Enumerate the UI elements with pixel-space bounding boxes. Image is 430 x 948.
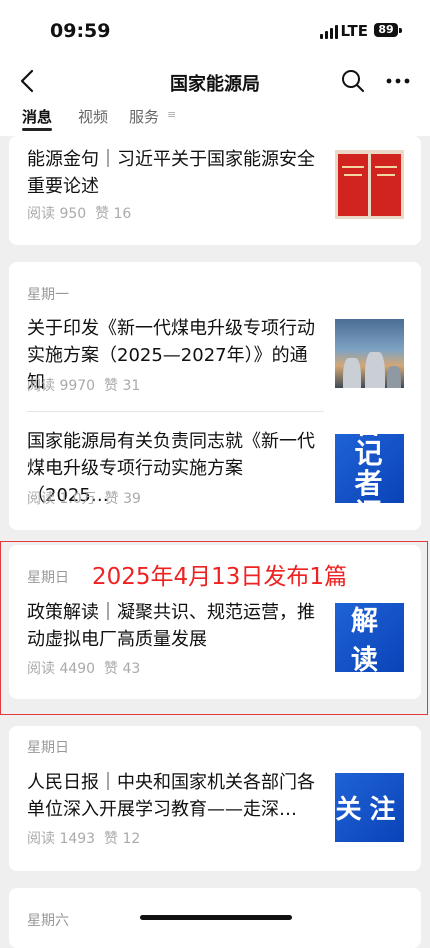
signal-icon xyxy=(320,25,338,39)
like-count: 赞 16 xyxy=(95,206,132,222)
status-bar: 09:59 LTE 89 xyxy=(0,0,430,56)
follow-thumbnail[interactable]: 关注 xyxy=(335,773,404,842)
tab-services[interactable]: 服务 xyxy=(129,106,159,127)
day-label: 星期日 xyxy=(27,740,69,756)
read-count: 阅读 9970 xyxy=(27,378,96,394)
network-label: LTE xyxy=(340,22,368,40)
article-card: 星期一 关于印发《新一代煤电升级专项行动实施方案（2025—2027年）》的通知… xyxy=(9,262,421,530)
search-icon[interactable] xyxy=(340,68,366,94)
nav-bar: 国家能源局 xyxy=(0,56,430,106)
article-meta: 阅读 1.0万 赞 39 xyxy=(27,488,141,508)
annotation-text: 2025年4月13日发布1篇 xyxy=(92,564,348,590)
tab-videos[interactable]: 视频 xyxy=(78,106,108,127)
battery-tip xyxy=(399,28,402,33)
article-card: 能源金句｜习近平关于国家能源安全重要论述 阅读 950 赞 16 xyxy=(9,136,421,245)
tab-messages[interactable]: 消息 xyxy=(22,106,52,127)
article-meta: 阅读 9970 赞 31 xyxy=(27,375,140,395)
like-count: 赞 39 xyxy=(104,491,141,507)
qa-thumbnail[interactable]: 答记者问 xyxy=(335,434,404,503)
article-meta: 阅读 1493 赞 12 xyxy=(27,828,140,848)
read-count: 阅读 1.0万 xyxy=(27,491,96,507)
article-card: 星期日 人民日报｜中央和国家机关各部门各单位深入开展学习教育——走深… 阅读 1… xyxy=(9,726,421,871)
like-count: 赞 12 xyxy=(104,831,141,847)
day-label: 星期六 xyxy=(27,913,69,929)
article-meta: 阅读 950 赞 16 xyxy=(27,203,131,223)
tab-bar: 消息 视频 服务 ≡ xyxy=(0,106,430,136)
article-title[interactable]: 人民日报｜中央和国家机关各部门各单位深入开展学习教育——走深… xyxy=(27,769,319,823)
read-count: 阅读 950 xyxy=(27,206,87,222)
power-plant-thumbnail[interactable] xyxy=(335,319,404,388)
article-thumbnail[interactable] xyxy=(335,150,404,219)
battery-icon: 89 xyxy=(374,23,398,37)
menu-icon[interactable]: ≡ xyxy=(167,108,176,121)
read-count: 阅读 1493 xyxy=(27,831,96,847)
divider xyxy=(27,411,324,412)
article-title[interactable]: 能源金句｜习近平关于国家能源安全重要论述 xyxy=(27,146,319,200)
like-count: 赞 31 xyxy=(104,378,141,394)
home-indicator[interactable] xyxy=(140,915,292,920)
day-label: 星期一 xyxy=(27,287,69,303)
more-icon[interactable] xyxy=(384,68,412,94)
active-tab-indicator xyxy=(22,128,52,131)
status-time: 09:59 xyxy=(50,20,111,42)
